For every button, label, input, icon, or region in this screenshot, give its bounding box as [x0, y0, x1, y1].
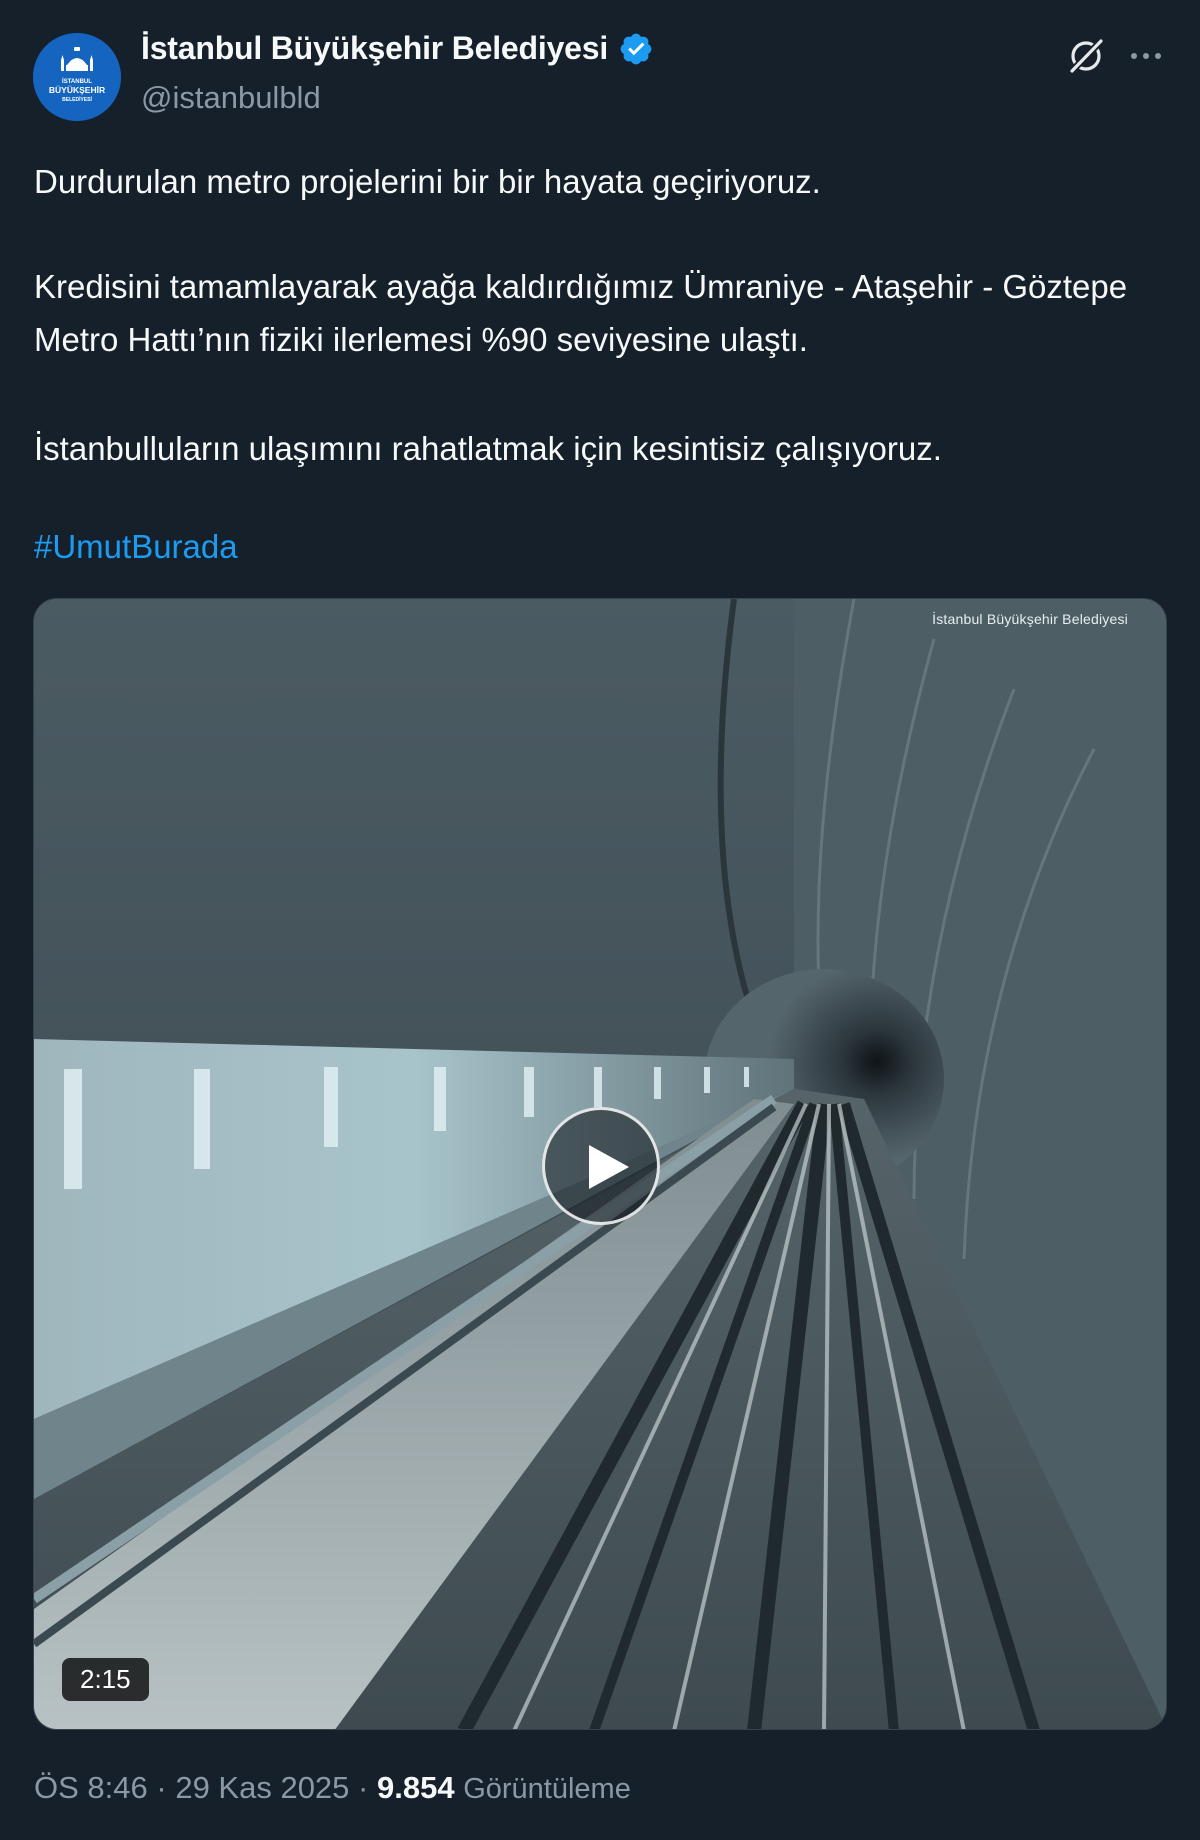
video-duration: 2:15: [62, 1658, 149, 1701]
tweet-paragraph: İstanbulluların ulaşımını rahatlatmak iç…: [34, 430, 942, 467]
tweet-date[interactable]: 29 Kas 2025: [175, 1770, 349, 1805]
ibb-logo-icon: İSTANBUL BÜYÜKŞEHİR BELEDİYESİ: [33, 33, 121, 121]
tweet-paragraph: Kredisini tamamlayarak ayağa kaldırdığım…: [34, 268, 1128, 358]
svg-text:BELEDİYESİ: BELEDİYESİ: [62, 96, 92, 103]
meta-separator: ·: [156, 1770, 167, 1805]
views-label: Görüntüleme: [463, 1773, 631, 1805]
hashtag-link[interactable]: #UmutBurada: [34, 520, 238, 573]
svg-text:BÜYÜKŞEHİR: BÜYÜKŞEHİR: [49, 85, 105, 95]
tweet-paragraph: Durdurulan metro projelerini bir bir hay…: [34, 163, 821, 200]
author-display-name[interactable]: İstanbul Büyükşehir Belediyesi: [141, 30, 608, 67]
tweet-meta: ÖS 8:46 · 29 Kas 2025 · 9.854 Görüntülem…: [34, 1770, 631, 1806]
play-button[interactable]: [542, 1107, 660, 1225]
video-player[interactable]: İstanbul Büyükşehir Belediyesi 2:15: [33, 598, 1167, 1730]
views-count: 9.854: [377, 1770, 455, 1805]
svg-text:İSTANBUL: İSTANBUL: [62, 78, 92, 85]
tweet-card: İSTANBUL BÜYÜKŞEHİR BELEDİYESİ İstanbul …: [0, 0, 1200, 1840]
verified-badge-icon[interactable]: [618, 31, 654, 67]
video-watermark: İstanbul Büyükşehir Belediyesi: [932, 611, 1128, 627]
play-icon: [589, 1145, 629, 1189]
avatar[interactable]: İSTANBUL BÜYÜKŞEHİR BELEDİYESİ: [33, 33, 121, 121]
more-options-button[interactable]: [1126, 32, 1166, 80]
grok-icon: [1068, 37, 1105, 75]
author-handle[interactable]: @istanbulbld: [141, 80, 321, 116]
grok-button[interactable]: [1062, 32, 1110, 80]
author-name-row: İstanbul Büyükşehir Belediyesi: [141, 30, 654, 67]
more-options-icon: [1131, 53, 1161, 59]
meta-separator: ·: [358, 1770, 369, 1805]
tweet-time[interactable]: ÖS 8:46: [34, 1770, 148, 1805]
